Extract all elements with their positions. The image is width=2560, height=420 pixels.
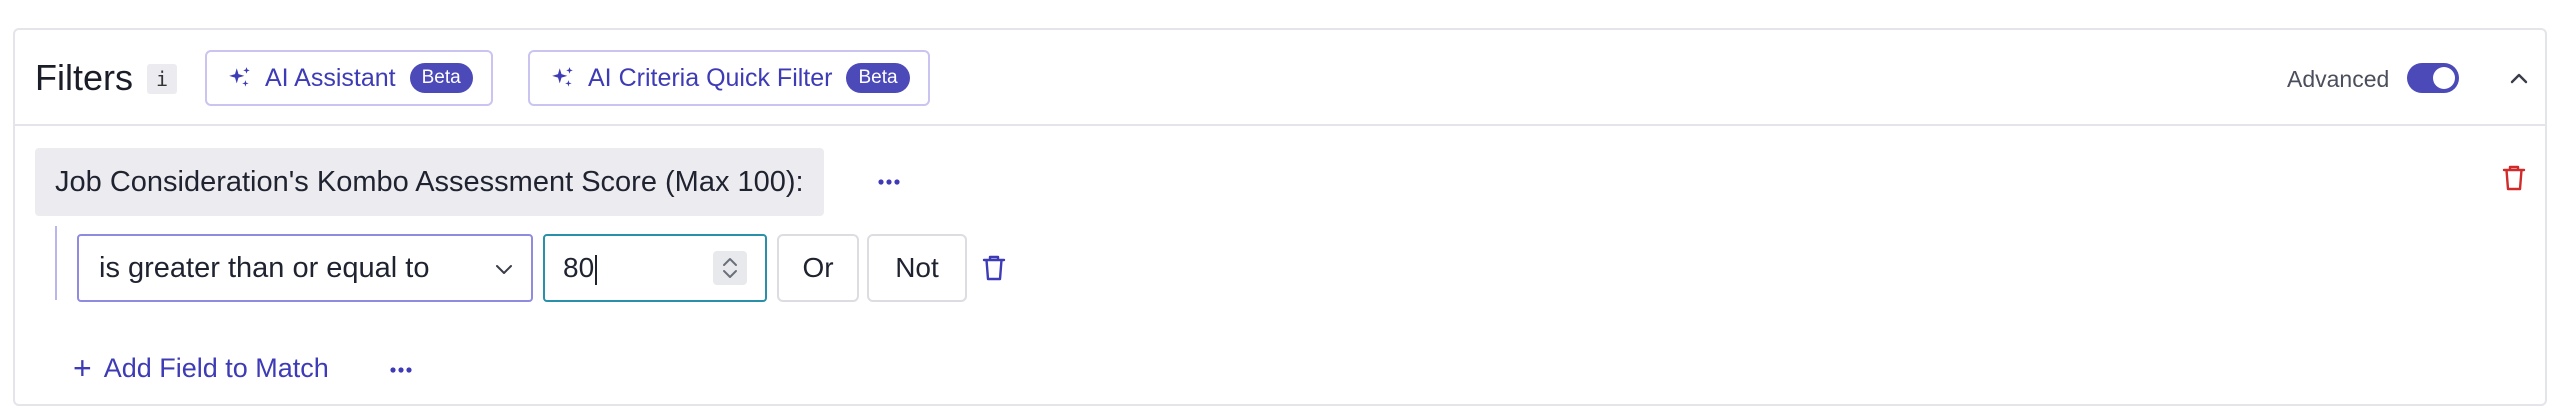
add-field-label: Add Field to Match: [103, 352, 329, 383]
ai-assistant-button[interactable]: AI Assistant Beta: [205, 50, 493, 106]
filter-field-label: Job Consideration's Kombo Assessment Sco…: [35, 148, 824, 216]
value-input[interactable]: 80: [543, 234, 767, 302]
or-button[interactable]: Or: [777, 234, 859, 302]
sparkle-icon: [552, 67, 573, 87]
filters-title: Filters: [35, 57, 133, 98]
ai-criteria-quick-filter-button[interactable]: AI Criteria Quick Filter Beta: [528, 50, 930, 106]
trash-icon[interactable]: [979, 252, 1009, 284]
info-icon[interactable]: i: [147, 64, 177, 94]
chevron-down-icon: [496, 265, 512, 274]
sparkle-icon: [229, 67, 250, 87]
toggle-knob: [2433, 67, 2455, 89]
more-horizontal-icon[interactable]: [383, 352, 419, 388]
advanced-toggle[interactable]: [2407, 63, 2459, 93]
filters-panel: Filters i AI Assistant Beta AI Criteria …: [13, 28, 2547, 406]
plus-icon: +: [73, 350, 92, 386]
beta-badge: Beta: [846, 63, 910, 93]
operator-select-value: is greater than or equal to: [99, 252, 430, 284]
ai-criteria-quick-filter-label: AI Criteria Quick Filter: [588, 63, 833, 92]
operator-select[interactable]: is greater than or equal to: [77, 234, 533, 302]
chevron-up-icon[interactable]: [2499, 58, 2539, 98]
filters-header: Filters i AI Assistant Beta AI Criteria …: [15, 30, 2545, 126]
more-horizontal-icon[interactable]: [871, 164, 907, 200]
stepper-icon[interactable]: [713, 251, 747, 285]
text-caret: [595, 254, 598, 285]
value-input-text: 80: [563, 252, 595, 283]
ai-assistant-label: AI Assistant: [265, 63, 396, 92]
trash-icon[interactable]: [2499, 162, 2529, 194]
add-field-to-match-button[interactable]: + Add Field to Match: [73, 348, 329, 388]
advanced-label: Advanced: [2287, 66, 2390, 92]
not-button[interactable]: Not: [867, 234, 967, 302]
condition-indent-line: [55, 226, 57, 300]
beta-badge: Beta: [409, 63, 473, 93]
